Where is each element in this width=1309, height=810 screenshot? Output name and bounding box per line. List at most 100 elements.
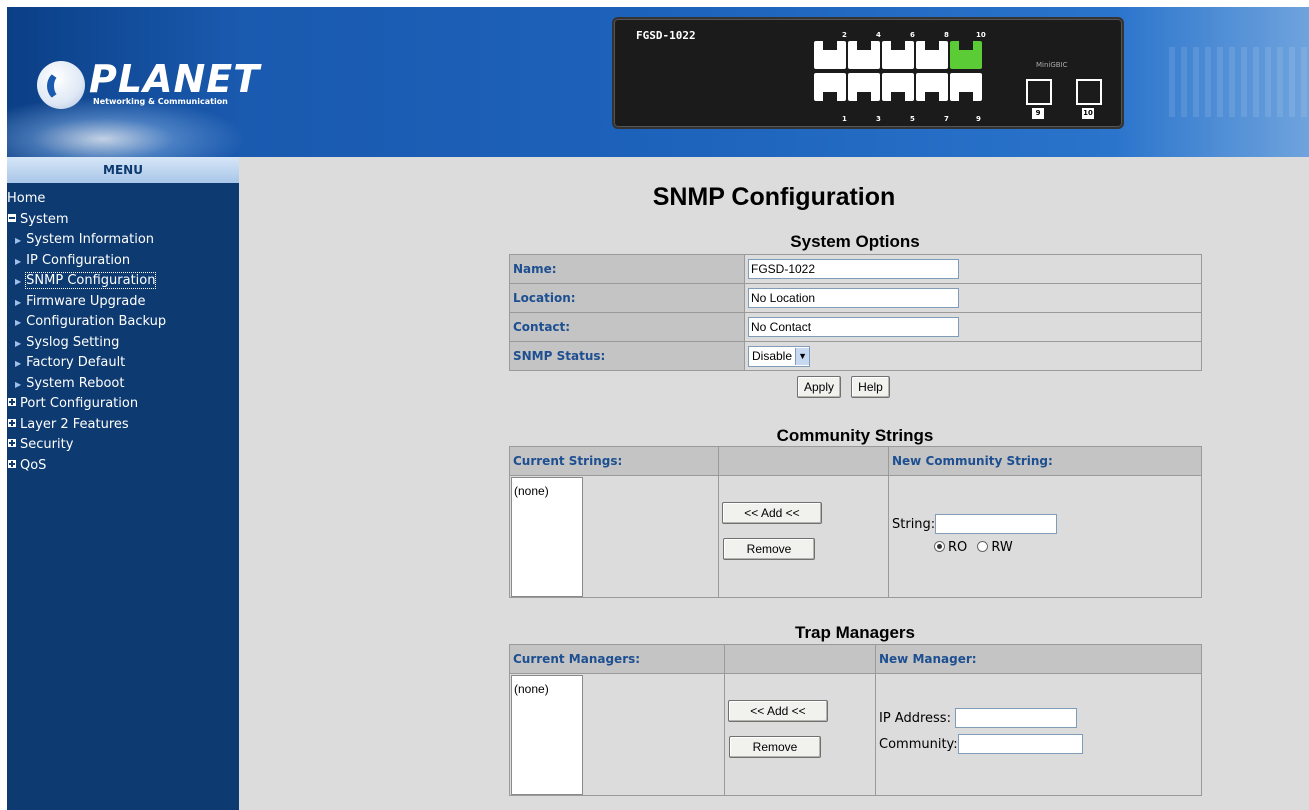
- sidebar-item-syslog-setting[interactable]: ▶ Syslog Setting: [7, 333, 239, 354]
- rj45-port-grid: [814, 41, 982, 101]
- port-icon[interactable]: [950, 73, 982, 101]
- trap-managers-table: Current Managers: New Manager: (none) <<…: [509, 644, 1202, 796]
- arrow-right-icon: ▶: [15, 359, 22, 368]
- name-label: Name:: [509, 254, 745, 284]
- expand-icon[interactable]: [8, 418, 16, 427]
- trap-managers-title: Trap Managers: [795, 623, 915, 642]
- new-community-string-header: New Community String:: [888, 446, 1202, 476]
- sfp-label: 10: [1082, 108, 1094, 119]
- remove-community-button[interactable]: Remove: [723, 538, 815, 560]
- port-number: 1: [842, 115, 847, 123]
- trap-community-input[interactable]: [957, 734, 1083, 754]
- ip-address-input[interactable]: [955, 708, 1078, 728]
- sidebar-item-qos[interactable]: QoS: [7, 456, 239, 477]
- sfp-slot-icon[interactable]: [1026, 79, 1052, 105]
- community-string-input[interactable]: [935, 514, 1058, 534]
- community-strings-table: Current Strings: New Community String: (…: [509, 446, 1202, 598]
- planet-logo: PLANET Networking & Communication: [37, 59, 259, 115]
- port-icon[interactable]: [848, 73, 880, 101]
- current-managers-header: Current Managers:: [509, 644, 725, 674]
- sidebar-item-system-information[interactable]: ▶ System Information: [7, 230, 239, 251]
- contact-input[interactable]: [748, 317, 959, 337]
- port-number: 7: [944, 115, 949, 123]
- expand-icon[interactable]: [8, 439, 16, 447]
- rw-radio[interactable]: [977, 541, 989, 552]
- sidebar-item-port-configuration[interactable]: Port Configuration: [7, 394, 239, 415]
- snmp-status-select[interactable]: Disable ▼: [748, 345, 811, 367]
- name-input[interactable]: [748, 259, 959, 279]
- system-options-table: Name: Location: Contact: SNMP Status: Di…: [509, 254, 1202, 371]
- port-icon[interactable]: [916, 41, 948, 69]
- remove-manager-button[interactable]: Remove: [729, 736, 821, 758]
- port-number: 2: [842, 31, 847, 39]
- apply-button[interactable]: Apply: [797, 376, 842, 398]
- arrow-right-icon: ▶: [15, 379, 22, 389]
- port-number: 4: [876, 31, 881, 39]
- logo-name: PLANET: [89, 57, 261, 101]
- arrow-right-icon: ▶: [15, 338, 22, 348]
- rw-label: RW: [991, 540, 1013, 555]
- logo-tagline: Networking & Communication: [93, 97, 228, 106]
- sfp-label: 9: [1032, 108, 1044, 119]
- snmp-status-value: Disable: [752, 349, 793, 363]
- port-link-up-icon[interactable]: [950, 41, 982, 69]
- logo-globe-icon: [37, 61, 85, 109]
- location-label: Location:: [509, 283, 745, 313]
- ro-radio[interactable]: [934, 541, 945, 552]
- port-number: 10: [976, 31, 986, 39]
- sidebar-item-snmp-configuration[interactable]: ▶ SNMP Configuration: [7, 271, 239, 292]
- port-number: 8: [944, 31, 949, 39]
- port-icon[interactable]: [848, 41, 880, 69]
- port-icon[interactable]: [882, 41, 914, 69]
- list-item[interactable]: (none): [514, 484, 580, 498]
- expand-icon[interactable]: [8, 398, 16, 406]
- arrow-right-icon: ▶: [15, 318, 22, 327]
- arrow-right-icon: ▶: [15, 297, 22, 307]
- list-item[interactable]: (none): [514, 682, 580, 696]
- collapse-icon[interactable]: [8, 213, 16, 222]
- port-number: 9: [976, 115, 981, 123]
- current-managers-list[interactable]: (none): [511, 675, 583, 795]
- port-number: 6: [910, 31, 915, 39]
- sidebar-item-configuration-backup[interactable]: ▶ Configuration Backup: [7, 312, 239, 333]
- arrow-right-icon: ▶: [15, 277, 22, 286]
- location-input[interactable]: [748, 288, 959, 308]
- sfp-slot-icon[interactable]: [1076, 79, 1102, 105]
- expand-icon[interactable]: [8, 459, 16, 468]
- page-title: SNMP Configuration: [652, 183, 896, 211]
- main-content: SNMP Configuration System Options Name: …: [239, 157, 1309, 810]
- sidebar-item-layer2-features[interactable]: Layer 2 Features: [7, 415, 239, 436]
- community-strings-title: Community Strings: [776, 426, 934, 445]
- options-buttons: Apply Help: [797, 376, 890, 398]
- new-manager-header: New Manager:: [875, 644, 1202, 674]
- sidebar-item-ip-configuration[interactable]: ▶ IP Configuration: [7, 251, 239, 272]
- help-button[interactable]: Help: [851, 376, 890, 398]
- sidebar-item-security[interactable]: Security: [7, 435, 239, 456]
- port-icon[interactable]: [814, 73, 846, 101]
- current-strings-list[interactable]: (none): [511, 477, 583, 597]
- device-front-panel: FGSD-1022 2 4 6 8 10 1 3 5 7 9 MiniGBIC …: [612, 17, 1124, 129]
- arrow-right-icon: ▶: [15, 256, 22, 266]
- port-icon[interactable]: [814, 41, 846, 69]
- add-manager-button[interactable]: << Add <<: [728, 700, 828, 722]
- chevron-down-icon[interactable]: ▼: [795, 347, 810, 365]
- snmp-status-label: SNMP Status:: [509, 341, 745, 371]
- sidebar: MENU Home System ▶ System Information ▶ IP…: [7, 157, 239, 810]
- minigbic-label: MiniGBIC: [1036, 61, 1068, 69]
- header-banner: PLANET Networking & Communication FGSD-1…: [7, 7, 1309, 157]
- port-icon[interactable]: [916, 73, 948, 101]
- sidebar-item-firmware-upgrade[interactable]: ▶ Firmware Upgrade: [7, 292, 239, 313]
- community-label: Community:: [879, 737, 958, 752]
- add-community-button[interactable]: << Add <<: [722, 502, 822, 524]
- current-strings-header: Current Strings:: [509, 446, 719, 476]
- menu-title: MENU: [7, 157, 239, 183]
- ro-label: RO: [948, 540, 968, 555]
- sidebar-item-factory-default[interactable]: ▶ Factory Default: [7, 353, 239, 374]
- contact-label: Contact:: [509, 312, 745, 342]
- sidebar-item-home[interactable]: Home: [7, 189, 239, 210]
- sidebar-item-system-reboot[interactable]: ▶ System Reboot: [7, 374, 239, 395]
- system-options-title: System Options: [790, 232, 920, 251]
- sidebar-item-system[interactable]: System: [7, 210, 239, 231]
- port-icon[interactable]: [882, 73, 914, 101]
- port-number: 5: [910, 115, 915, 123]
